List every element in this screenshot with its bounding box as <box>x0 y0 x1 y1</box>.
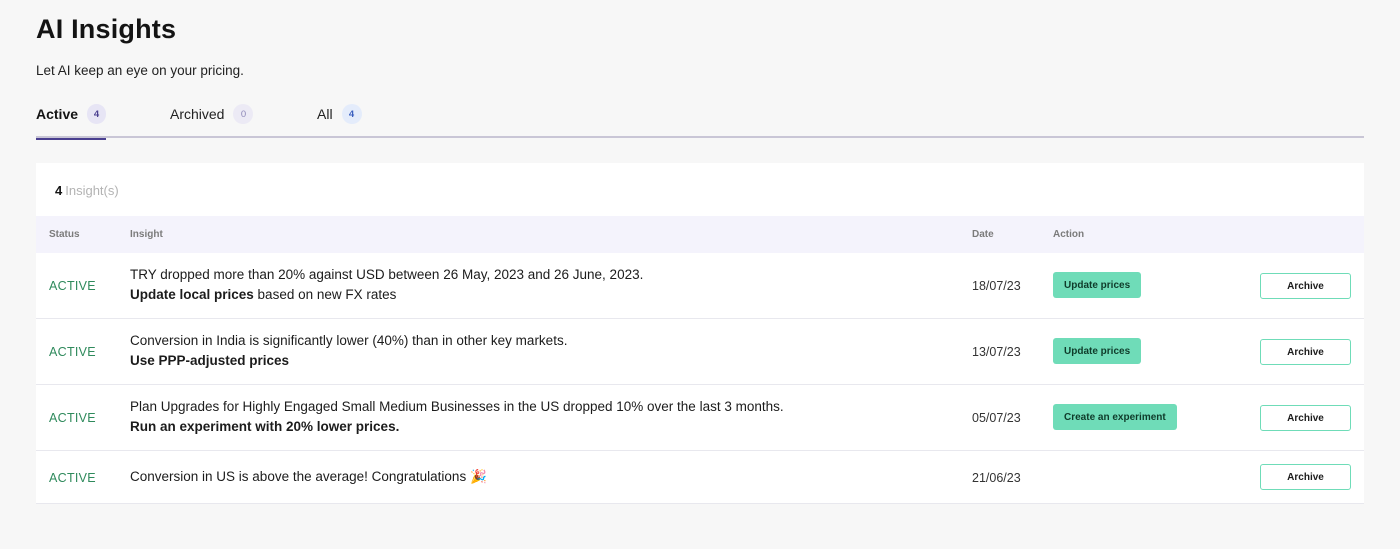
table-row: ACTIVE Conversion in India is significan… <box>36 319 1364 385</box>
page-subtitle: Let AI keep an eye on your pricing. <box>36 63 244 78</box>
archive-button[interactable]: Archive <box>1260 339 1351 365</box>
insight-date: 13/07/23 <box>972 345 1021 359</box>
tab-all-label: All <box>317 106 333 122</box>
insight-count-number: 4 <box>55 183 63 198</box>
tab-archived-count: 0 <box>233 104 254 124</box>
insight-count: 4 Insight(s) <box>55 183 119 198</box>
insight-text: Conversion in India is significantly low… <box>130 333 568 348</box>
create-experiment-button[interactable]: Create an experiment <box>1053 404 1177 430</box>
insight-recommendation: Use PPP-adjusted prices <box>130 353 289 368</box>
status-badge: ACTIVE <box>49 411 96 425</box>
table-row: ACTIVE TRY dropped more than 20% against… <box>36 253 1364 319</box>
insight-text-content: Conversion in US is above the average! C… <box>130 469 467 484</box>
tab-active-count: 4 <box>87 104 106 124</box>
insight-tabs: Active 4 Archived 0 All 4 <box>36 100 1364 140</box>
table-row: ACTIVE Plan Upgrades for Highly Engaged … <box>36 385 1364 451</box>
insight-recommendation: Run an experiment with 20% lower prices. <box>130 419 399 434</box>
page-title: AI Insights <box>36 14 177 44</box>
ai-insights-page: AI Insights Let AI keep an eye on your p… <box>0 0 1400 549</box>
recommendation-bold: Run an experiment with 20% lower prices. <box>130 419 400 434</box>
tab-active[interactable]: Active 4 <box>36 100 106 140</box>
update-prices-button[interactable]: Update prices <box>1053 272 1142 298</box>
status-badge: ACTIVE <box>49 279 96 293</box>
recommendation-bold: Use PPP-adjusted prices <box>130 353 290 368</box>
insight-recommendation: Update local prices based on new FX rate… <box>130 287 396 302</box>
insight-date: 05/07/23 <box>972 411 1021 425</box>
table-row: ACTIVE Conversion in US is above the ave… <box>36 451 1364 504</box>
table-header: Status Insight Date Action <box>36 216 1364 253</box>
insight-text: Plan Upgrades for Highly Engaged Small M… <box>130 399 784 414</box>
update-prices-button[interactable]: Update prices <box>1053 338 1142 364</box>
party-popper-icon: 🎉 <box>470 469 488 484</box>
status-badge: ACTIVE <box>49 471 96 485</box>
insight-date: 21/06/23 <box>972 471 1021 485</box>
tab-archived-label: Archived <box>170 106 225 122</box>
tab-all-count: 4 <box>341 104 362 124</box>
archive-button[interactable]: Archive <box>1260 405 1351 431</box>
insights-card: 4 Insight(s) Status Insight Date Action A… <box>36 163 1364 504</box>
column-header-action: Action <box>1053 229 1085 240</box>
recommendation-bold: Update local prices <box>130 287 254 302</box>
archive-button[interactable]: Archive <box>1260 464 1351 490</box>
insight-text: Conversion in US is above the average! C… <box>130 469 487 485</box>
recommendation-rest: based on new FX rates <box>253 287 397 302</box>
column-header-status: Status <box>49 229 80 240</box>
column-header-insight: Insight <box>130 229 163 240</box>
insight-date: 18/07/23 <box>972 279 1021 293</box>
status-badge: ACTIVE <box>49 345 96 359</box>
tab-archived[interactable]: Archived 0 <box>170 100 254 138</box>
insight-text: TRY dropped more than 20% against USD be… <box>130 267 644 282</box>
insight-count-label: Insight(s) <box>65 183 119 198</box>
tab-all[interactable]: All 4 <box>317 100 362 138</box>
archive-button[interactable]: Archive <box>1260 273 1351 299</box>
column-header-date: Date <box>972 229 994 240</box>
tab-active-label: Active <box>36 106 79 122</box>
